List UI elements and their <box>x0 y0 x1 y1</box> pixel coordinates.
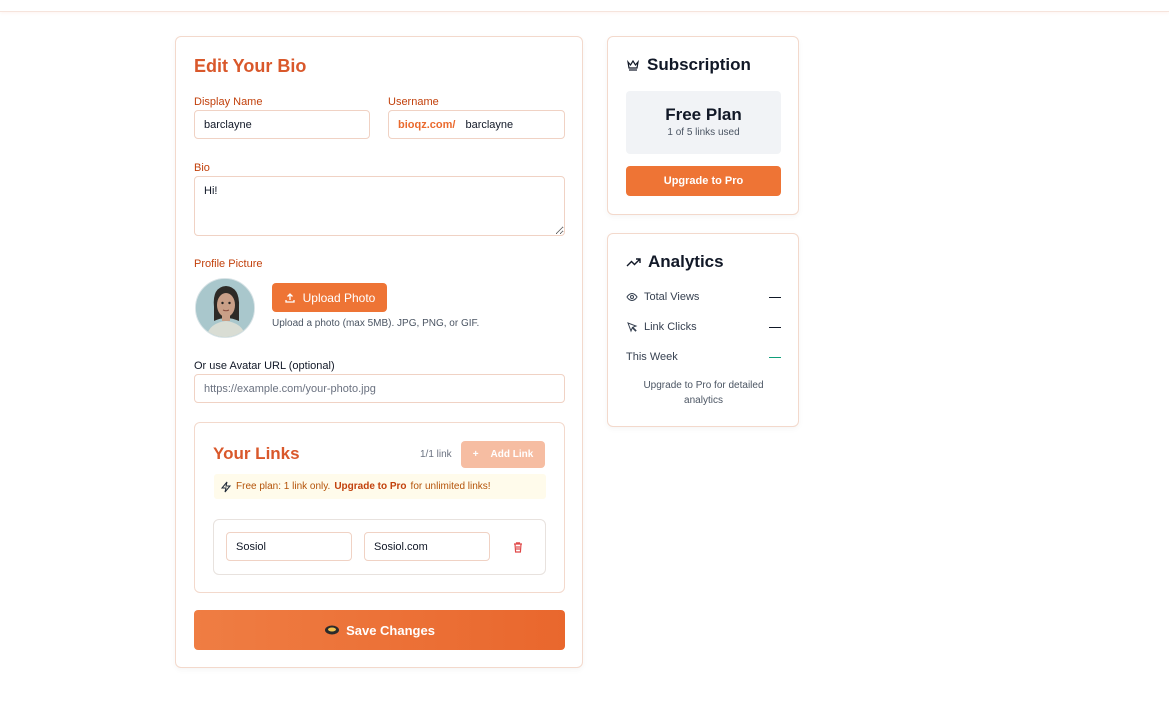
subscription-title: Subscription <box>626 55 751 75</box>
link-clicks-stat: Link Clicks <box>626 321 781 333</box>
crown-icon <box>627 59 639 71</box>
upload-hint: Upload a photo (max 5MB). JPG, PNG, or G… <box>272 318 480 329</box>
plan-name: Free Plan <box>665 105 742 124</box>
notice-upgrade-link[interactable]: Upgrade to Pro <box>334 481 406 492</box>
total-views-value <box>769 296 781 298</box>
trending-up-icon <box>626 258 641 267</box>
total-views-label: Total Views <box>644 291 700 303</box>
eye-icon <box>626 292 638 302</box>
add-link-label: Add Link <box>490 449 534 460</box>
plus-icon: + <box>472 449 479 460</box>
username-input[interactable]: bioqz.com/ barclayne <box>388 110 565 139</box>
page-title: Edit Your Bio <box>194 56 307 76</box>
avatar-url-placeholder: https://example.com/your-photo.jpg <box>204 382 376 395</box>
links-count: 1/1 link <box>420 449 452 460</box>
analytics-upgrade-hint: Upgrade to Pro for detailed analytics <box>643 380 764 406</box>
this-week-value <box>769 356 781 358</box>
upload-photo-label: Upload Photo <box>302 290 376 305</box>
link-title-input[interactable]: Sosiol <box>226 532 352 561</box>
link-clicks-label: Link Clicks <box>644 321 697 333</box>
links-title: Your Links <box>213 444 300 463</box>
display-name-input[interactable]: barclayne <box>194 110 370 139</box>
subscription-card: Subscription Free Plan 1 of 5 links used… <box>607 36 799 215</box>
username-value: barclayne <box>465 118 514 131</box>
analytics-card: Analytics Total Views Link Clicks This W… <box>607 233 799 427</box>
bio-textarea[interactable]: Hi! <box>194 176 565 236</box>
edit-bio-card: Edit Your Bio Display Name barclayne Use… <box>175 36 583 668</box>
free-plan-notice: Free plan: 1 link only. Upgrade to Pro f… <box>214 474 546 499</box>
upload-photo-button[interactable]: Upload Photo <box>272 283 387 312</box>
link-url-input[interactable]: Sosiol.com <box>364 532 490 561</box>
total-views-stat: Total Views <box>626 291 781 303</box>
lightning-icon <box>220 481 232 492</box>
save-changes-button[interactable]: Save Changes <box>194 610 565 650</box>
avatar <box>195 278 255 338</box>
save-changes-label: Save Changes <box>346 622 435 638</box>
cursor-icon <box>627 322 638 333</box>
link-title-value: Sosiol <box>236 540 266 553</box>
notice-prefix: Free plan: 1 link only. <box>236 481 331 492</box>
upgrade-to-pro-button[interactable]: Upgrade to Pro <box>626 166 781 196</box>
bio-label: Bio <box>194 162 210 174</box>
avatar-url-label: Or use Avatar URL (optional) <box>194 360 335 372</box>
top-nav-bar <box>0 0 1169 12</box>
save-icon <box>325 625 340 635</box>
plan-usage: 1 of 5 links used <box>667 127 740 138</box>
display-name-label: Display Name <box>194 96 263 108</box>
analytics-title-text: Analytics <box>648 252 724 271</box>
this-week-stat: This Week <box>626 351 781 363</box>
trash-icon[interactable] <box>511 540 525 554</box>
subscription-title-text: Subscription <box>647 55 751 74</box>
links-section: Your Links 1/1 link + Add Link Free plan… <box>194 422 565 593</box>
avatar-url-input[interactable]: https://example.com/your-photo.jpg <box>194 374 565 403</box>
username-label: Username <box>388 96 439 108</box>
analytics-title: Analytics <box>626 252 724 272</box>
link-url-value: Sosiol.com <box>374 540 428 553</box>
plan-box: Free Plan 1 of 5 links used <box>626 91 781 154</box>
link-clicks-value <box>769 326 781 328</box>
profile-picture-label: Profile Picture <box>194 258 263 270</box>
link-item: Sosiol Sosiol.com <box>213 519 546 575</box>
display-name-value: barclayne <box>204 118 252 131</box>
notice-suffix: for unlimited links! <box>410 481 491 492</box>
this-week-label: This Week <box>626 351 678 363</box>
upload-icon <box>284 292 295 303</box>
username-prefix: bioqz.com/ <box>398 118 456 131</box>
add-link-button[interactable]: + Add Link <box>461 441 545 468</box>
